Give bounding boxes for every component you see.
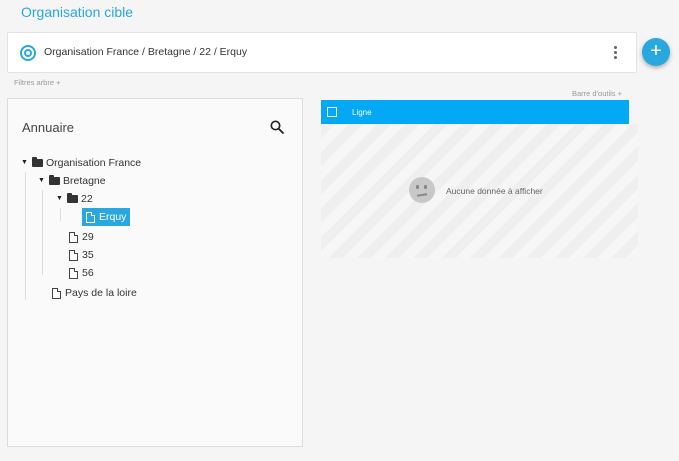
grid-empty-state: Aucune donnée à afficher [321,124,638,258]
tree-node-22[interactable]: ▼ 22 [56,191,93,207]
tree-node-label: Bretagne [63,175,106,187]
column-header-ligne[interactable]: Ligne [352,108,372,117]
add-button[interactable]: + [642,38,670,66]
grid-header: Ligne [321,100,629,124]
folder-open-icon [49,175,60,185]
tree-node-label: 35 [82,249,94,261]
tree-node-label: 22 [81,193,93,205]
tree-guide [42,190,43,275]
tree-node-label: 56 [82,267,94,279]
caret-down-icon[interactable]: ▼ [21,155,29,171]
tree-node-bretagne[interactable]: ▼ Bretagne [38,173,106,189]
file-icon [86,211,95,223]
tree-node-56[interactable]: 56 [69,265,94,281]
toolbar-link[interactable]: Barre d'outils + [572,89,622,98]
tree-node-label: 29 [82,231,94,243]
more-options-icon[interactable] [612,46,618,60]
page-title: Organisation cible [21,4,134,20]
tree-guide [25,172,26,300]
file-icon [69,231,78,243]
file-icon [69,249,78,261]
tree-filters-link[interactable]: Filtres arbre + [14,78,60,87]
target-icon [20,45,36,61]
tree-node-label: Pays de la loire [65,287,137,299]
caret-down-icon[interactable]: ▼ [56,191,64,207]
tree-node-29[interactable]: 29 [69,229,94,245]
select-all-checkbox[interactable] [327,107,337,117]
caret-down-icon[interactable]: ▼ [38,173,46,189]
empty-message: Aucune donnée à afficher [446,186,543,196]
tree-node-erquy[interactable]: Erquy [82,208,131,226]
tree-node-pays-de-la-loire[interactable]: Pays de la loire [52,285,137,301]
tree-node-label: Erquy [99,211,127,223]
tree-node-label: Organisation France [46,157,142,169]
target-organisation-card: Organisation France / Bretagne / 22 / Er… [7,32,637,73]
tree-node-35[interactable]: 35 [69,247,94,263]
folder-open-icon [67,193,78,203]
tree-node-organisation-france[interactable]: ▼ Organisation France [21,155,141,171]
target-path: Organisation France / Bretagne / 22 / Er… [44,46,248,58]
directory-title: Annuaire [22,120,75,135]
sad-face-icon [409,177,435,203]
search-icon[interactable] [270,120,284,134]
file-icon [69,267,78,279]
file-icon [52,287,61,299]
directory-panel: Annuaire ▼ Organisation France ▼ Bretagn… [7,98,303,447]
tree-guide [60,208,61,221]
folder-open-icon [32,157,43,167]
